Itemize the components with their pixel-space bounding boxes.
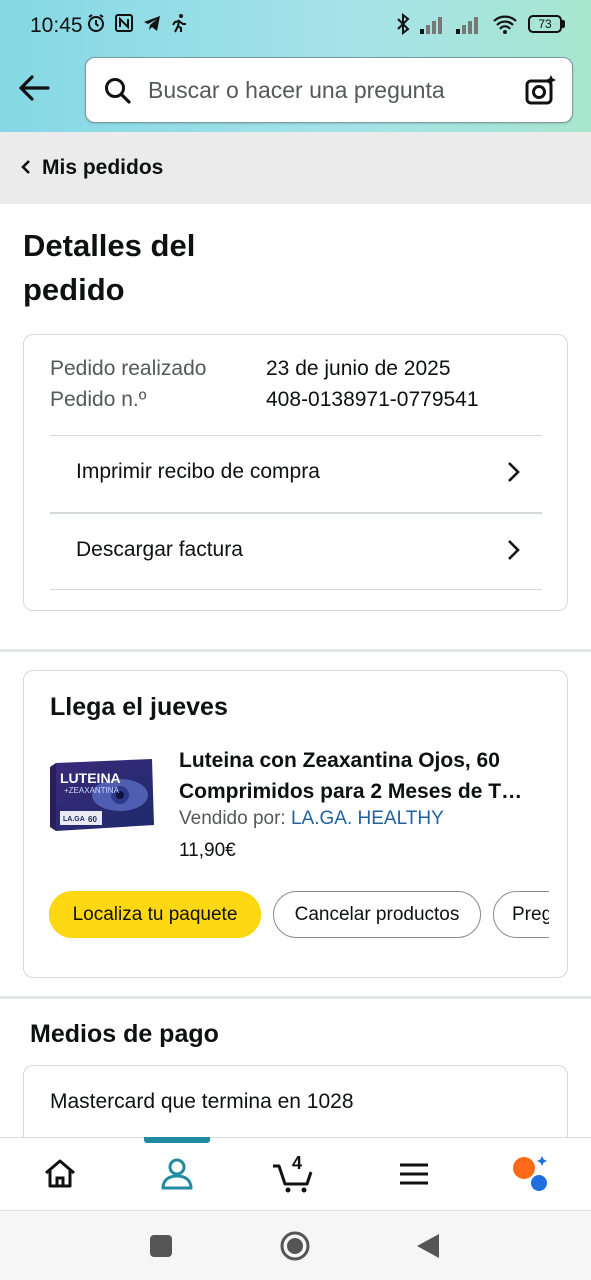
search-input[interactable]: Buscar o hacer una pregunta [148, 77, 445, 104]
telegram-icon [144, 16, 160, 31]
shipment-actions: Localiza tu paquete Cancelar productos P… [49, 891, 549, 941]
status-bar: 10:45 73 [0, 0, 591, 50]
divider [50, 589, 542, 590]
seller-link[interactable]: LA.GA. HEALTHY [291, 808, 444, 829]
status-time: 10:45 [30, 14, 83, 37]
wifi-icon [493, 15, 517, 34]
status-icons-right: 73 [396, 13, 565, 35]
active-tab-indicator [144, 1137, 210, 1143]
product-image-maker: LA.GA [63, 816, 85, 823]
battery-indicator: 73 [528, 15, 565, 33]
product-image[interactable]: LUTEINA +ZEAXANTINA LA.GA 60 [50, 759, 156, 831]
shipment-card: Llega el jueves LUTEINA +ZEAXANTINA LA.G… [23, 670, 568, 978]
account-icon[interactable] [157, 1154, 197, 1194]
cart-count-badge: 4 [292, 1153, 303, 1173]
search-icon [105, 78, 131, 104]
product-price: 11,90€ [179, 840, 236, 861]
breadcrumb-label[interactable]: Mis pedidos [42, 156, 163, 180]
bluetooth-icon [397, 13, 410, 35]
delivery-heading: Llega el jueves [50, 693, 228, 721]
payment-heading: Medios de pago [30, 1020, 219, 1048]
order-info-card: Pedido realizado 23 de junio de 2025 Ped… [23, 334, 568, 611]
chevron-right-icon [508, 462, 520, 482]
order-number-label: Pedido n.º [50, 388, 147, 411]
download-invoice-link[interactable]: Descargar factura [50, 514, 542, 590]
print-receipt-link[interactable]: Imprimir recibo de compra [50, 436, 542, 512]
download-invoice-label: Descargar factura [76, 538, 243, 561]
system-nav-bar [0, 1210, 591, 1280]
order-placed-value: 23 de junio de 2025 [266, 357, 451, 380]
nfc-icon [115, 14, 133, 32]
home-button-icon[interactable] [279, 1230, 311, 1262]
ask-question-button[interactable]: Preg [493, 891, 549, 938]
status-icons-left [86, 13, 188, 33]
top-header: 10:45 73 Buscar o hacer una pregunta [0, 0, 591, 132]
page-title: Detalles del pedido [23, 228, 196, 307]
product-title[interactable]: Luteina con Zeaxantina Ojos, 60 Comprimi… [179, 745, 549, 807]
chevron-left-icon [21, 160, 30, 174]
section-separator [0, 996, 591, 999]
product-image-brand: LUTEINA [60, 770, 121, 786]
cancel-items-button[interactable]: Cancelar productos [273, 891, 481, 938]
order-number-value: 408-0138971-0779541 [266, 388, 479, 411]
back-arrow-icon[interactable] [16, 70, 52, 106]
signal-icon-2 [456, 17, 478, 34]
print-receipt-label: Imprimir recibo de compra [76, 460, 320, 483]
home-icon[interactable] [40, 1154, 80, 1194]
product-image-sub: +ZEAXANTINA [64, 786, 120, 795]
camera-search-icon[interactable] [524, 73, 558, 107]
product-image-count: 60 [88, 815, 97, 824]
search-bar[interactable]: Buscar o hacer una pregunta [85, 57, 573, 123]
payment-method: Mastercard que termina en 1028 [50, 1090, 354, 1113]
recent-apps-icon[interactable] [148, 1233, 174, 1259]
section-separator [0, 649, 591, 652]
bottom-nav: 4 [0, 1137, 591, 1210]
breadcrumb[interactable]: Mis pedidos [0, 132, 591, 204]
seller-info: Vendido por: LA.GA. HEALTHY [179, 808, 444, 830]
order-placed-label: Pedido realizado [50, 357, 207, 380]
running-icon [172, 14, 186, 33]
alarm-icon [88, 14, 104, 32]
battery-level: 73 [528, 15, 562, 33]
seller-prefix: Vendido por: [179, 808, 286, 829]
menu-icon[interactable] [394, 1154, 434, 1194]
ai-assistant-icon[interactable] [510, 1154, 550, 1194]
chevron-right-icon [508, 540, 520, 560]
signal-icon [420, 17, 442, 34]
track-package-button[interactable]: Localiza tu paquete [49, 891, 261, 938]
back-button-icon[interactable] [415, 1232, 441, 1260]
